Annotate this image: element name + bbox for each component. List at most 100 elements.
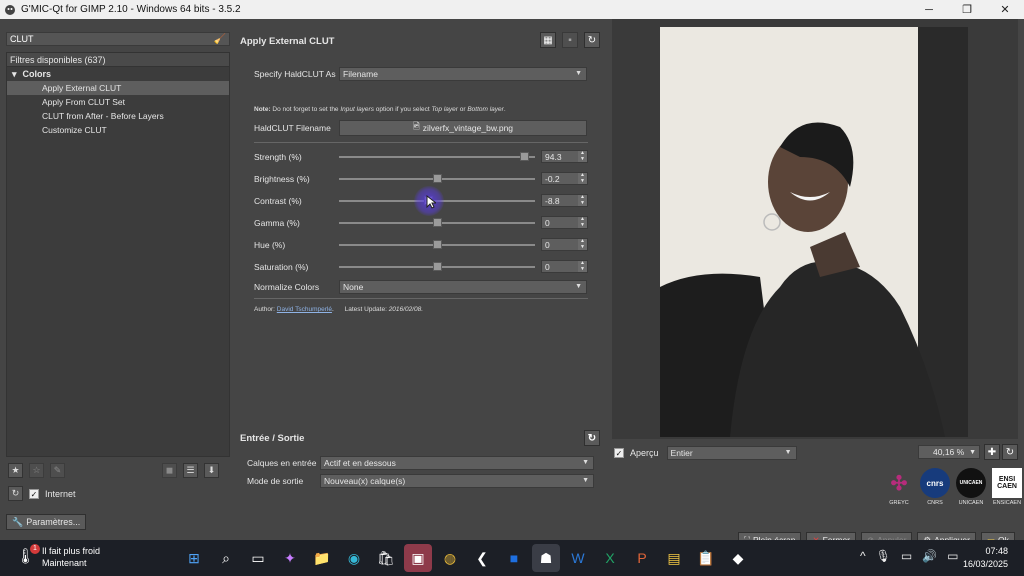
notes-icon[interactable]: ▤: [660, 544, 688, 572]
strength-spinbox[interactable]: 94.3 ▲ ▼: [541, 150, 588, 163]
brightness-slider[interactable]: [339, 173, 535, 185]
weather-line-1: Il fait plus froid: [42, 546, 101, 556]
saturation-spinbox[interactable]: 0 ▲ ▼: [541, 260, 588, 273]
contrast-spinbox[interactable]: -8.8 ▲ ▼: [541, 194, 588, 207]
slider-handle[interactable]: [433, 261, 442, 271]
normalize-colors-select[interactable]: None ▼: [339, 280, 587, 294]
tray-overflow-icon[interactable]: ^: [860, 549, 866, 563]
gmic-taskbar-icon[interactable]: ☗: [532, 544, 560, 572]
reset-zoom-icon[interactable]: ↻: [1002, 444, 1018, 460]
chrome-icon[interactable]: ◍: [436, 544, 464, 572]
zoom-field[interactable]: 40,16 % ▼: [918, 445, 980, 459]
zoom-in-icon[interactable]: ✚: [984, 444, 1000, 460]
greyc-logo[interactable]: ✣ GREYC: [884, 468, 914, 507]
slider-handle[interactable]: [432, 173, 442, 183]
tree-item-apply-external-clut[interactable]: Apply External CLUT: [7, 81, 229, 95]
window-layout-icon[interactable]: ▦: [540, 32, 556, 48]
reset-params-icon[interactable]: ↻: [584, 32, 600, 48]
volume-icon[interactable]: 🔊: [922, 549, 937, 563]
store-icon[interactable]: 🛍: [372, 544, 400, 572]
dropdown-arrow-icon: ▼: [575, 283, 582, 290]
note-body: Do not forget to set the: [272, 106, 339, 113]
spin-arrows-icon[interactable]: ▲ ▼: [578, 216, 587, 228]
close-window-button[interactable]: ✕: [986, 0, 1024, 19]
word-icon[interactable]: W: [564, 544, 592, 572]
spin-arrows-icon[interactable]: ▲ ▼: [578, 238, 587, 250]
rename-favorite-icon[interactable]: ✎: [50, 463, 65, 478]
copilot-icon[interactable]: ✦: [276, 544, 304, 572]
gamma-spinbox[interactable]: 0 ▲ ▼: [541, 216, 588, 229]
preview-image[interactable]: [660, 27, 968, 437]
unicaen-logo[interactable]: UNICAEN UNICAEN: [956, 468, 986, 506]
gamma-value: 0: [545, 217, 550, 228]
visibility-icon[interactable]: ◼: [162, 463, 177, 478]
edge-icon[interactable]: ◉: [340, 544, 368, 572]
spin-arrows-icon[interactable]: ▲ ▼: [578, 150, 587, 162]
brightness-spinbox[interactable]: -0.2 ▲ ▼: [541, 172, 588, 185]
gamma-slider[interactable]: [339, 217, 535, 229]
clock[interactable]: 07:48 16/03/2025: [958, 545, 1008, 571]
reset-io-icon[interactable]: ↻: [584, 430, 600, 446]
hue-spinbox[interactable]: 0 ▲ ▼: [541, 238, 588, 251]
list-view-icon[interactable]: ☰: [183, 463, 198, 478]
preview-checkbox[interactable]: ✓: [614, 448, 624, 458]
slider-handle[interactable]: [433, 217, 442, 227]
expand-arrow-icon[interactable]: ▾: [12, 69, 17, 80]
file-explorer-icon[interactable]: 📁: [308, 544, 336, 572]
powerpoint-icon[interactable]: P: [628, 544, 656, 572]
brightness-label: Brightness (%): [254, 173, 310, 184]
remove-favorite-icon[interactable]: ☆: [29, 463, 44, 478]
refresh-filters-icon[interactable]: ↻: [8, 486, 23, 501]
input-layers-select[interactable]: Actif et en dessous ▼: [320, 456, 594, 470]
ensicaen-label: ENSICAEN: [992, 500, 1022, 506]
maximize-button[interactable]: ❐: [948, 0, 986, 19]
left-toolbar: ★ ☆ ✎: [8, 463, 65, 478]
tree-item-clut-from-after-before[interactable]: CLUT from After - Before Layers: [7, 109, 229, 123]
haldclut-filename-button[interactable]: 🖻 zilverfx_vintage_bw.png: [339, 120, 587, 136]
weather-widget[interactable]: 🌡 1 Il fait plus froid Maintenant: [16, 544, 101, 569]
clock-date: 16/03/2025: [962, 559, 1008, 569]
preview-mode-select[interactable]: Entier ▼: [666, 446, 797, 460]
saturation-slider[interactable]: [339, 261, 535, 273]
add-favorite-icon[interactable]: ★: [8, 463, 23, 478]
clipboard-icon[interactable]: 📋: [692, 544, 720, 572]
internet-checkbox[interactable]: ✓: [29, 488, 39, 499]
cnrs-logo[interactable]: cnrs CNRS: [920, 468, 950, 506]
slider-handle[interactable]: [519, 151, 529, 161]
microphone-icon[interactable]: 🎙: [876, 549, 891, 563]
ensicaen-logo[interactable]: ENSI CAEN ENSICAEN: [992, 468, 1022, 506]
spin-arrows-icon[interactable]: ▲ ▼: [578, 172, 587, 184]
hue-slider[interactable]: [339, 239, 535, 251]
inkscape-icon[interactable]: ◆: [724, 544, 752, 572]
excel-icon[interactable]: X: [596, 544, 624, 572]
random-params-icon[interactable]: ▪: [562, 32, 578, 48]
app-blue-icon[interactable]: ■: [500, 544, 528, 572]
filter-title: Apply External CLUT: [240, 36, 335, 47]
tree-item-apply-from-clut-set[interactable]: Apply From CLUT Set: [7, 95, 229, 109]
strength-slider[interactable]: [339, 151, 535, 163]
spin-arrows-icon[interactable]: ▲ ▼: [578, 194, 587, 206]
gimp-taskbar-icon[interactable]: ▣: [404, 544, 432, 572]
expand-all-icon[interactable]: ⬇: [204, 463, 219, 478]
minimize-button[interactable]: ─: [910, 0, 948, 19]
author-link[interactable]: David Tschumperlé: [277, 306, 332, 313]
task-view-icon[interactable]: ▭: [244, 544, 272, 572]
dropdown-arrow-icon: ▼: [582, 477, 589, 484]
output-mode-select[interactable]: Nouveau(x) calque(s) ▼: [320, 474, 594, 488]
settings-button[interactable]: 🔧 Paramètres...: [6, 514, 87, 530]
brightness-value: -0.2: [545, 173, 560, 184]
slider-handle[interactable]: [433, 239, 442, 249]
specify-haldclut-select[interactable]: Filename ▼: [339, 67, 587, 81]
search-icon[interactable]: ⌕: [212, 544, 240, 572]
tree-item-customize-clut[interactable]: Customize CLUT: [7, 123, 229, 137]
clear-search-icon[interactable]: 🧹: [214, 34, 226, 45]
battery-icon[interactable]: ▭: [947, 549, 958, 563]
tree-folder-colors[interactable]: ▾ Colors: [7, 67, 229, 81]
note-text: Note: Do not forget to set the Input lay…: [254, 106, 506, 113]
input-layers-label: Calques en entrée: [247, 458, 317, 468]
filter-search-input[interactable]: CLUT 🧹: [6, 32, 230, 46]
spin-arrows-icon[interactable]: ▲ ▼: [578, 260, 587, 272]
display-icon[interactable]: ▭: [901, 549, 912, 563]
capcut-icon[interactable]: ❮: [468, 544, 496, 572]
start-icon[interactable]: ⊞: [180, 544, 208, 572]
